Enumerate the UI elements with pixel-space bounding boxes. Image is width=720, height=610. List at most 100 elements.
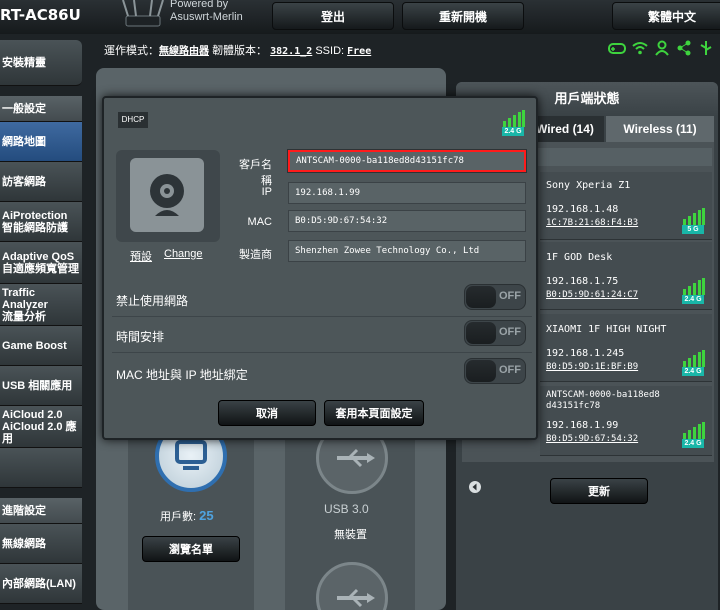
time-schedule-label: 時間安排 [116, 330, 165, 344]
language-select[interactable]: 繁體中文 [612, 2, 720, 30]
band-badge: 5 G [682, 225, 704, 234]
menu-label: 進階設定 [2, 504, 46, 517]
apply-button[interactable]: 套用本頁面設定 [324, 400, 424, 426]
toggle-state: OFF [499, 364, 521, 376]
menu-sublabel: AiCloud 2.0 應用 [2, 420, 77, 445]
client-name: ANTSCAM-0000-ba118ed8 [546, 390, 660, 400]
client-mac-link[interactable]: 1C:7B:21:68:F4:B3 [546, 218, 638, 228]
menu-label: USB 相關應用 [2, 379, 73, 392]
mode-value-link[interactable]: 無線路由器 [159, 46, 209, 57]
menu-item-adaptive-qos[interactable]: Adaptive QoS 自適應頻寬管理 [0, 242, 82, 284]
menu-label: 一般設定 [2, 102, 46, 115]
firmware-label: 韌體版本： [212, 45, 268, 57]
client-detail-dialog: DHCP 2.4 G 預設 Change 客戶名稱 ANTSCAM-0000-b… [102, 96, 538, 440]
usb-status-icon[interactable] [698, 40, 714, 56]
client-name-field[interactable]: ANTSCAM-0000-ba118ed8d43151fc78 [287, 149, 527, 173]
menu-label: Adaptive QoS [2, 250, 75, 263]
usb-port-2[interactable] [316, 562, 388, 610]
signal-strength-icon: 5 G [682, 208, 706, 234]
ssid-value[interactable]: Free [347, 46, 371, 57]
client-item[interactable]: Sony Xperia Z1 192.168.1.48 1C:7B:21:68:… [540, 172, 712, 240]
client-icon-box [116, 150, 220, 242]
firmware-credit: Powered by Asuswrt-Merlin [170, 0, 243, 24]
ip-field: 192.168.1.99 [288, 182, 526, 204]
user-icon[interactable] [654, 40, 670, 56]
client-ip: 192.168.1.75 [546, 276, 619, 287]
logout-button[interactable]: 登出 [272, 2, 394, 30]
refresh-button[interactable]: 更新 [550, 478, 648, 504]
menu-label: Traffic Analyzer [2, 286, 48, 311]
signal-strength-icon: 2.4 G [682, 422, 706, 448]
change-icon-link[interactable]: Change [164, 248, 203, 260]
dhcp-badge: DHCP [118, 112, 148, 128]
client-name: Sony Xperia Z1 [546, 180, 631, 191]
mac-label: MAC [247, 216, 272, 228]
menu-item-game-boost[interactable]: Game Boost [0, 326, 82, 366]
usb-status: 無裝置 [334, 529, 367, 541]
divider [112, 316, 532, 317]
collapse-arrow-icon[interactable] [468, 480, 482, 494]
clients-count-line: 用戶數: 25 [160, 508, 214, 524]
mac-field: B0:D5:9D:67:54:32 [288, 210, 526, 232]
time-schedule-toggle[interactable]: OFF [464, 320, 526, 346]
brand-model: RT-AC86U [0, 6, 81, 24]
menu-item-aiprotection[interactable]: AiProtection 智能網路防護 [0, 202, 82, 242]
client-item[interactable]: ANTSCAM-0000-ba118ed8 d43151fc78 192.168… [540, 386, 712, 456]
menu-item-guest-network[interactable]: 訪客網路 [0, 162, 82, 202]
cancel-button[interactable]: 取消 [218, 400, 316, 426]
client-icon-tile [130, 158, 204, 232]
menu-item-wireless[interactable]: 無線網路 [0, 524, 82, 564]
client-name-label: 客戶名稱 [239, 159, 272, 187]
clients-label: 用戶數: [160, 511, 197, 523]
block-internet-toggle[interactable]: OFF [464, 284, 526, 310]
tab-wireless[interactable]: Wireless (11) [606, 116, 714, 142]
usb-icon [337, 588, 375, 608]
toggle-knob [466, 360, 496, 382]
toggle-state: OFF [499, 290, 521, 302]
menu-sublabel: 智能網路防護 [2, 221, 68, 234]
share-icon[interactable] [676, 40, 692, 56]
band-badge: 2.4 G [682, 295, 704, 304]
menu-label: 無線網路 [2, 537, 46, 550]
client-ip: 192.168.1.245 [546, 348, 625, 359]
menu-item-lan[interactable]: 內部網路(LAN) [0, 564, 82, 604]
client-name: 1F GOD Desk [546, 252, 613, 263]
client-name: XIAOMI 1F HIGH NIGHT [546, 324, 667, 335]
menu-sublabel: 自適應頻寬管理 [2, 262, 79, 275]
reboot-button[interactable]: 重新開機 [402, 2, 524, 30]
ip-label: IP [261, 186, 272, 198]
preset-link[interactable]: 預設 [130, 248, 152, 264]
client-item[interactable]: 1F GOD Desk 192.168.1.75 B0:D5:9D:61:24:… [540, 242, 712, 310]
view-list-button[interactable]: 瀏覽名單 [142, 536, 240, 562]
client-item[interactable]: XIAOMI 1F HIGH NIGHT 192.168.1.245 B0:D5… [540, 314, 712, 382]
client-mac-link[interactable]: B0:D5:9D:61:24:C7 [546, 290, 638, 300]
client-mac-link[interactable]: B0:D5:9D:1E:BF:B9 [546, 362, 638, 372]
divider [112, 352, 532, 353]
firmware-version-link[interactable]: 382.1_2 [270, 46, 312, 57]
ssid-label: SSID: [315, 45, 345, 57]
client-ip: 192.168.1.99 [546, 420, 619, 431]
mac-ip-binding-toggle[interactable]: OFF [464, 358, 526, 384]
menu-item-blank[interactable] [0, 448, 82, 488]
usb-label: USB 3.0 [324, 502, 369, 516]
tab-wired[interactable]: Wired (14) [530, 116, 604, 142]
band-badge: 2.4 G [682, 439, 704, 448]
firmware-name: Asuswrt-Merlin [170, 11, 243, 23]
menu-item-usb-apps[interactable]: USB 相關應用 [0, 366, 82, 406]
band-badge: 2.4 G [502, 127, 524, 136]
toggle-knob [466, 286, 496, 308]
menu-sublabel: 流量分析 [2, 310, 46, 323]
client-tabs: Wired (14) Wireless (11) [530, 116, 718, 142]
menu-label: AiCloud 2.0 [2, 408, 63, 421]
menu-item-setup-wizard[interactable]: 安裝精靈 [0, 40, 82, 86]
client-mac-link[interactable]: B0:D5:9D:67:54:32 [546, 434, 638, 444]
menu-label: 內部網路(LAN) [2, 577, 76, 590]
menu-item-network-map[interactable]: 網路地圖 [0, 122, 82, 162]
menu-item-aicloud[interactable]: AiCloud 2.0 AiCloud 2.0 應用 [0, 406, 82, 448]
top-bar: RT-AC86U Powered by Asuswrt-Merlin 登出 重新… [0, 0, 720, 34]
router-icon [122, 0, 164, 27]
status-text: 運作模式：無線路由器 韌體版本： 382.1_2 SSID: Free [104, 42, 371, 58]
wifi-icon[interactable] [632, 40, 648, 56]
gamepad-icon[interactable] [608, 40, 626, 56]
menu-item-traffic-analyzer[interactable]: Traffic Analyzer 流量分析 [0, 284, 82, 326]
